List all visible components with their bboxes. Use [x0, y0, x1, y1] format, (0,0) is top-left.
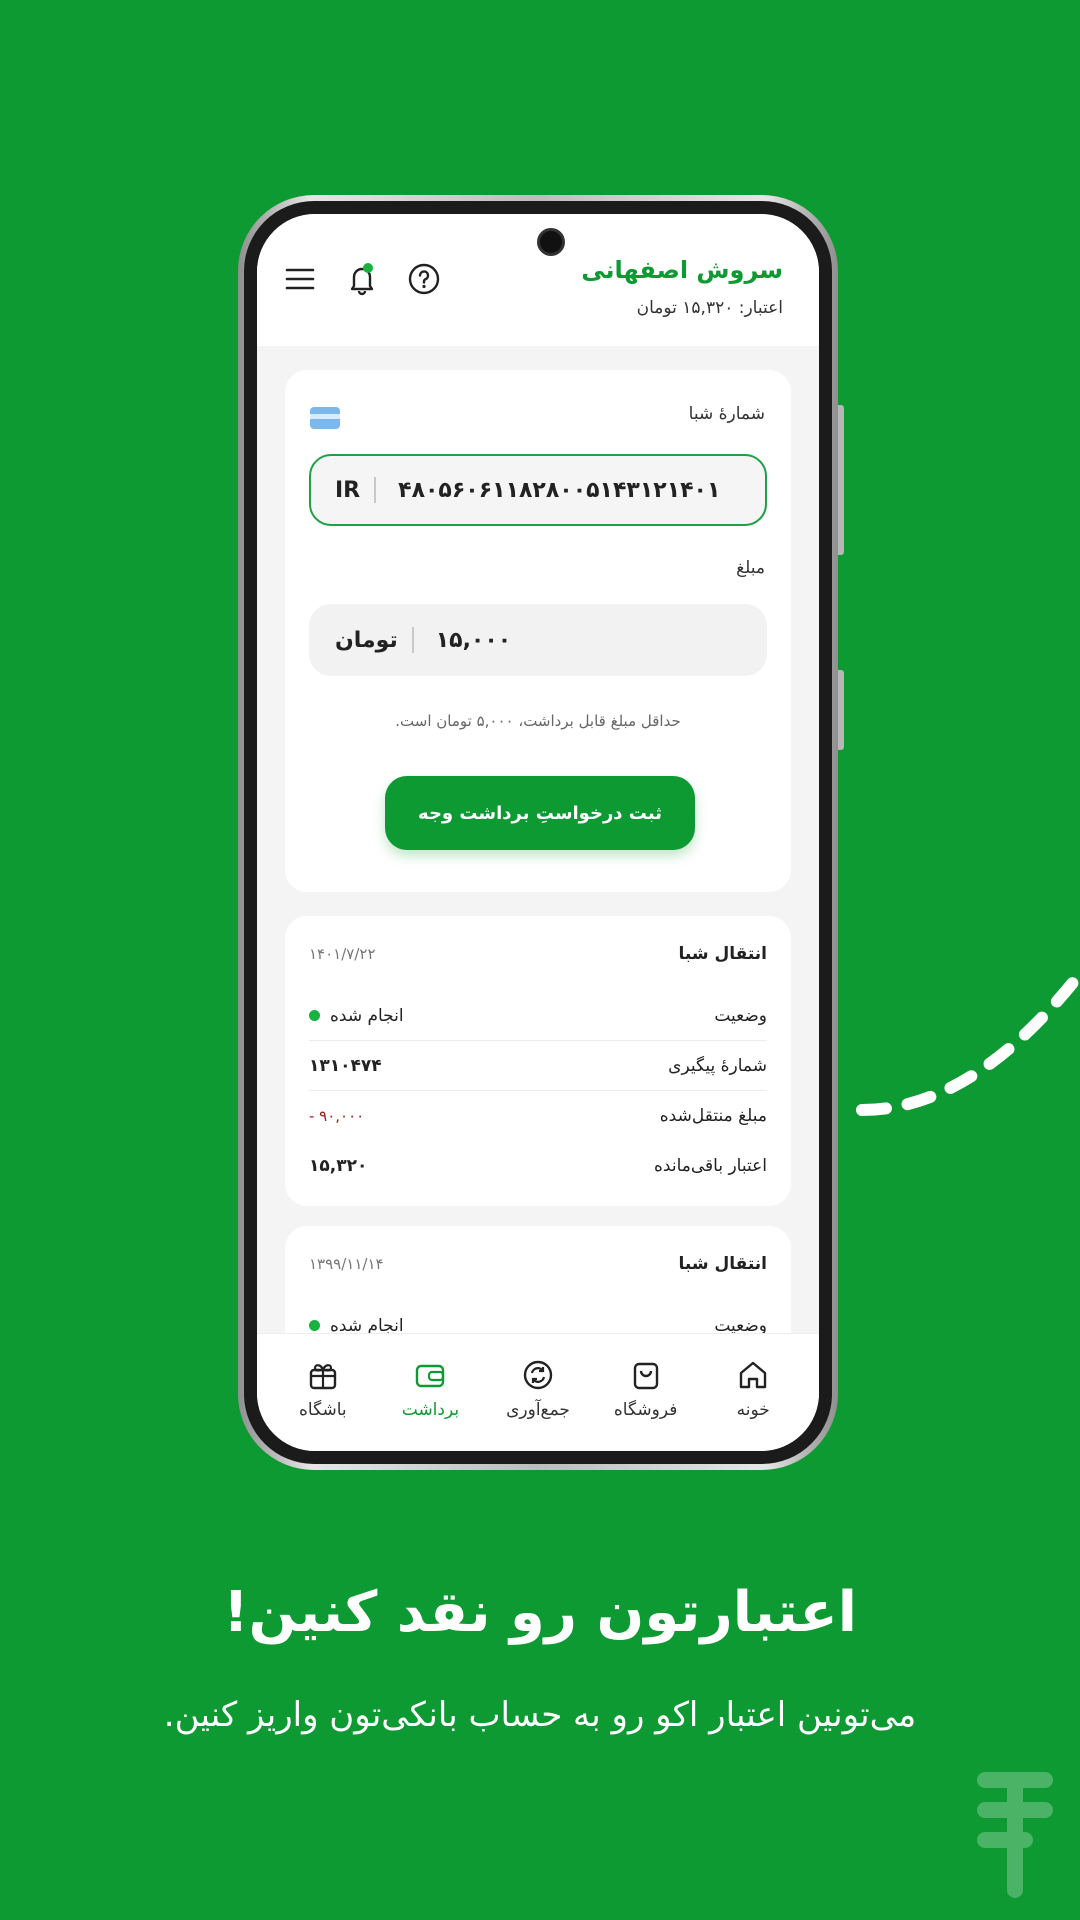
- bottom-navigation: خونه فروشگاه جمع‌آوری برداشت باشگاه: [257, 1333, 819, 1451]
- remaining-credit-label: اعتبار باقی‌مانده: [654, 1156, 767, 1176]
- front-camera: [537, 228, 565, 256]
- transaction-date: ۱۳۹۹/۱۱/۱۴: [309, 1255, 384, 1273]
- status-value: انجام شده: [309, 1006, 404, 1026]
- currency-unit: تومان: [335, 627, 398, 653]
- transaction-date: ۱۴۰۱/۷/۲۲: [309, 945, 376, 963]
- amount-separator: [411, 627, 414, 653]
- amount-input[interactable]: تومان ۱۵,۰۰۰: [309, 604, 767, 676]
- status-dot-icon: [309, 1320, 320, 1331]
- min-withdraw-note: حداقل مبلغ قابل برداشت، ۵,۰۰۰ تومان است.: [395, 712, 681, 730]
- help-icon[interactable]: [407, 262, 441, 296]
- store-logo-watermark: [977, 1772, 1053, 1898]
- status-label: وضعیت: [714, 1006, 767, 1026]
- app-screen: سروش اصفهانی اعتبار: ۱۵,۳۲۰ تومان شمارهٔ…: [257, 214, 819, 1451]
- tracking-label: شمارهٔ پیگیری: [668, 1056, 767, 1076]
- decorative-dashed-curve: [856, 974, 1080, 1116]
- transaction-title: انتقال شبا: [678, 1254, 767, 1274]
- nav-label-club: باشگاه: [299, 1400, 347, 1420]
- iban-prefix: IR: [335, 477, 361, 503]
- nav-label-home: خونه: [736, 1400, 770, 1420]
- sheba-label: شمارهٔ شبا: [688, 404, 765, 424]
- menu-hamburger-icon[interactable]: [283, 262, 317, 296]
- notification-bell-icon[interactable]: [345, 262, 379, 296]
- nav-item-shop[interactable]: فروشگاه: [596, 1334, 696, 1451]
- nav-item-withdraw[interactable]: برداشت: [380, 1334, 480, 1451]
- transferred-amount-value: - ۹۰,۰۰۰: [309, 1107, 365, 1125]
- wallet-icon: [416, 1364, 445, 1388]
- withdraw-form-card: شمارهٔ شبا IR ۴۸۰۵۶۰۶۱۱۸۲۸۰۰۵۱۴۳۱۲۱۴۰۱ م…: [285, 370, 791, 892]
- phone-frame: سروش اصفهانی اعتبار: ۱۵,۳۲۰ تومان شمارهٔ…: [238, 195, 844, 1470]
- iban-separator: [374, 477, 377, 503]
- home-icon: [740, 1361, 767, 1389]
- shop-bag-icon: [633, 1362, 658, 1390]
- nav-item-collect[interactable]: جمع‌آوری: [488, 1334, 588, 1451]
- recycle-icon: [523, 1360, 553, 1390]
- iban-value: ۴۸۰۵۶۰۶۱۱۸۲۸۰۰۵۱۴۳۱۲۱۴۰۱: [398, 477, 721, 503]
- tracking-value: ۱۳۱۰۴۷۴: [309, 1056, 382, 1076]
- status-dot-icon: [309, 1010, 320, 1021]
- bank-card-icon: [309, 406, 341, 434]
- transferred-amount-label: مبلغ منتقل‌شده: [659, 1106, 767, 1126]
- nav-label-withdraw: برداشت: [401, 1400, 460, 1420]
- transaction-title: انتقال شبا: [678, 944, 767, 964]
- nav-label-shop: فروشگاه: [613, 1400, 678, 1420]
- submit-withdraw-button[interactable]: ثبت درخواستِ برداشت وجه: [385, 776, 695, 850]
- amount-label: مبلغ: [736, 558, 765, 578]
- credit-balance: اعتبار: ۱۵,۳۲۰ تومان: [636, 298, 783, 318]
- remaining-credit-value: ۱۵,۳۲۰: [309, 1156, 368, 1176]
- nav-item-club[interactable]: باشگاه: [273, 1334, 373, 1451]
- nav-label-collect: جمع‌آوری: [506, 1400, 570, 1420]
- iban-input[interactable]: IR ۴۸۰۵۶۰۶۱۱۸۲۸۰۰۵۱۴۳۱۲۱۴۰۱: [309, 454, 767, 526]
- user-name: سروش اصفهانی: [581, 256, 783, 284]
- amount-value: ۱۵,۰۰۰: [435, 627, 512, 653]
- promo-headline: اعتبارتون رو نقد کنین!: [223, 1580, 857, 1645]
- transaction-card[interactable]: انتقال شبا ۱۴۰۱/۷/۲۲ وضعیت انجام شده شما…: [285, 916, 791, 1206]
- nav-item-home[interactable]: خونه: [703, 1334, 803, 1451]
- gift-icon: [309, 1364, 337, 1390]
- promo-subtitle: می‌تونین اعتبار اکو رو به حساب بانکی‌تون…: [163, 1695, 917, 1735]
